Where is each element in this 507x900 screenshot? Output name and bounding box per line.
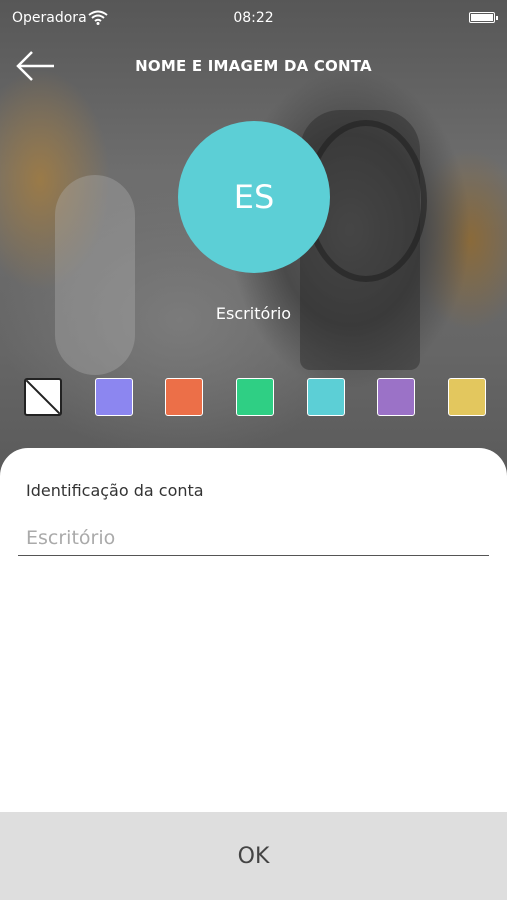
avatar-initials: ES bbox=[233, 178, 275, 216]
color-picker bbox=[24, 378, 486, 418]
no-color-icon bbox=[26, 380, 60, 414]
account-id-label: Identificação da conta bbox=[26, 481, 204, 500]
photo-pipe-shape bbox=[55, 175, 135, 375]
status-bar: Operadora 08:22 bbox=[0, 0, 507, 36]
color-swatch-cyan[interactable] bbox=[306, 378, 345, 416]
color-swatch-purple[interactable] bbox=[377, 378, 416, 416]
account-id-input[interactable] bbox=[18, 520, 489, 556]
form-sheet: Identificação da conta bbox=[0, 448, 507, 812]
color-swatch-blue[interactable] bbox=[94, 378, 133, 416]
nav-bar: NOME E IMAGEM DA CONTA bbox=[0, 36, 507, 96]
battery-icon bbox=[469, 12, 498, 23]
color-swatch-none[interactable] bbox=[24, 378, 62, 416]
color-swatch-yellow[interactable] bbox=[447, 378, 486, 416]
ok-button[interactable]: OK bbox=[0, 812, 507, 900]
clock: 08:22 bbox=[233, 10, 274, 26]
page-title: NOME E IMAGEM DA CONTA bbox=[135, 57, 372, 75]
color-swatch-green[interactable] bbox=[235, 378, 274, 416]
account-avatar: ES bbox=[178, 121, 330, 273]
color-swatch-orange[interactable] bbox=[165, 378, 204, 416]
account-name: Escritório bbox=[215, 304, 292, 323]
